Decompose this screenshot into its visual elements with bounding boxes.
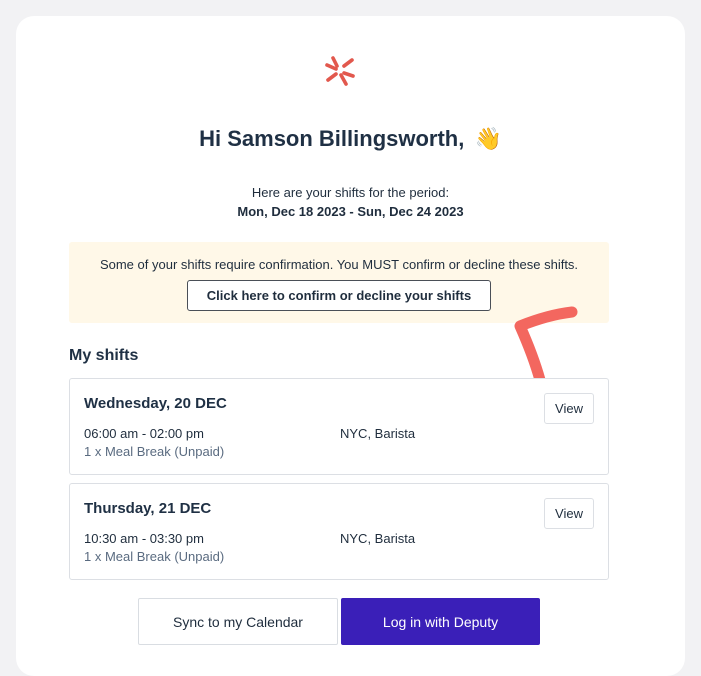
- shift-break: 1 x Meal Break (Unpaid): [84, 549, 225, 564]
- email-card: Hi Samson Billingsworth, 👋 Here are your…: [16, 16, 685, 676]
- shift-location: NYC, Barista: [340, 426, 416, 441]
- waving-hand-icon: 👋: [474, 126, 502, 151]
- confirm-decline-button[interactable]: Click here to confirm or decline your sh…: [187, 280, 491, 311]
- period-intro: Here are your shifts for the period:: [251, 185, 450, 200]
- period-range: Mon, Dec 18 2023 - Sun, Dec 24 2023: [237, 204, 464, 219]
- my-shifts-heading: My shifts: [69, 347, 139, 364]
- shift-break: 1 x Meal Break (Unpaid): [84, 444, 225, 459]
- shift-day: Thursday, 21 DEC: [84, 500, 212, 517]
- notice-message: Some of your shifts require confirmation…: [99, 257, 579, 272]
- annotation-arrow-icon: [514, 306, 578, 386]
- shift-card: Thursday, 21 DEC 10:30 am - 03:30 pm 1 x…: [69, 483, 609, 580]
- greeting-text: Hi Samson Billingsworth,: [199, 126, 465, 151]
- shift-day: Wednesday, 20 DEC: [84, 395, 227, 412]
- view-shift-button[interactable]: View: [544, 393, 594, 424]
- shift-card: Wednesday, 20 DEC 06:00 am - 02:00 pm 1 …: [69, 378, 609, 475]
- deputy-logo-icon: [325, 56, 355, 86]
- login-deputy-button[interactable]: Log in with Deputy: [341, 598, 540, 645]
- shift-location: NYC, Barista: [340, 531, 416, 546]
- shift-time: 06:00 am - 02:00 pm: [84, 426, 204, 441]
- view-shift-button[interactable]: View: [544, 498, 594, 529]
- sync-calendar-button[interactable]: Sync to my Calendar: [138, 598, 338, 645]
- shift-time: 10:30 am - 03:30 pm: [84, 531, 204, 546]
- greeting-heading: Hi Samson Billingsworth, 👋: [16, 126, 685, 152]
